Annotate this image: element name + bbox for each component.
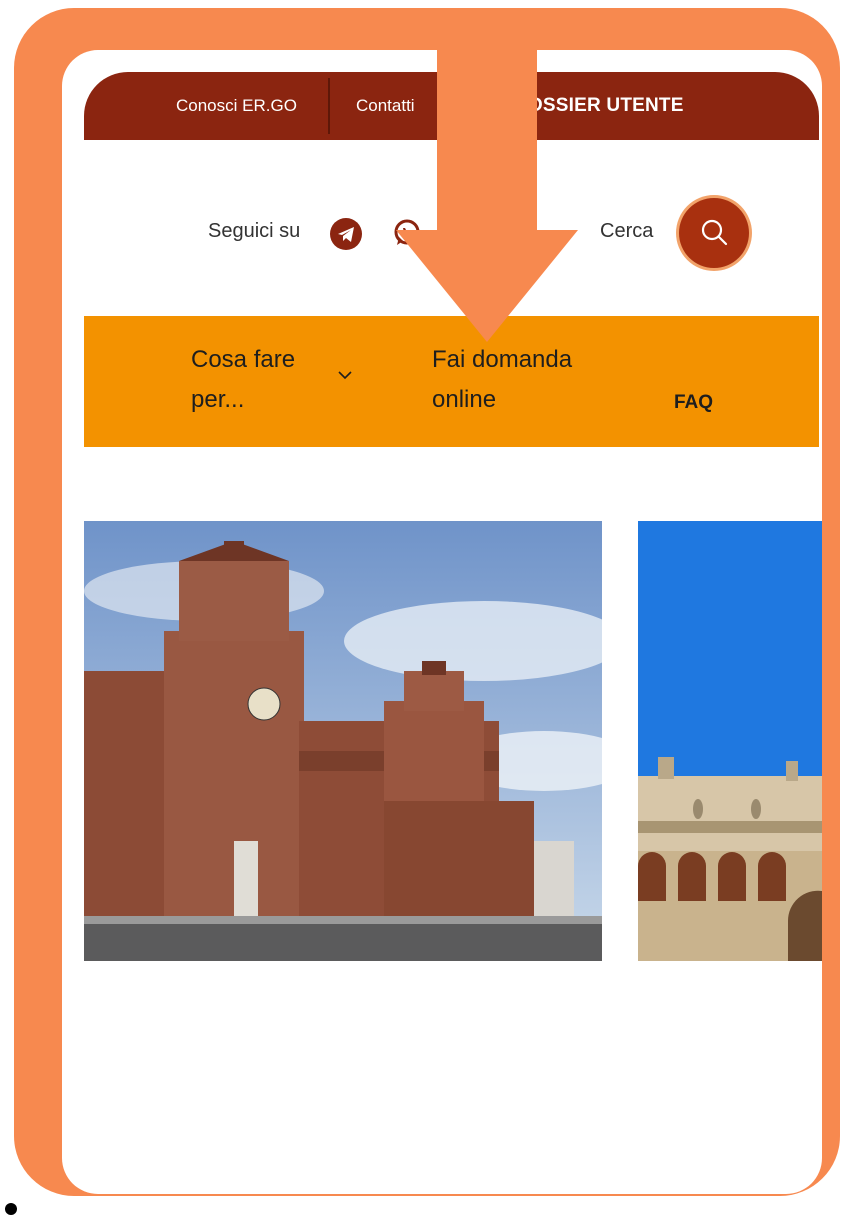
bullet-dot xyxy=(5,1203,17,1215)
down-arrow-overlay xyxy=(396,40,578,342)
